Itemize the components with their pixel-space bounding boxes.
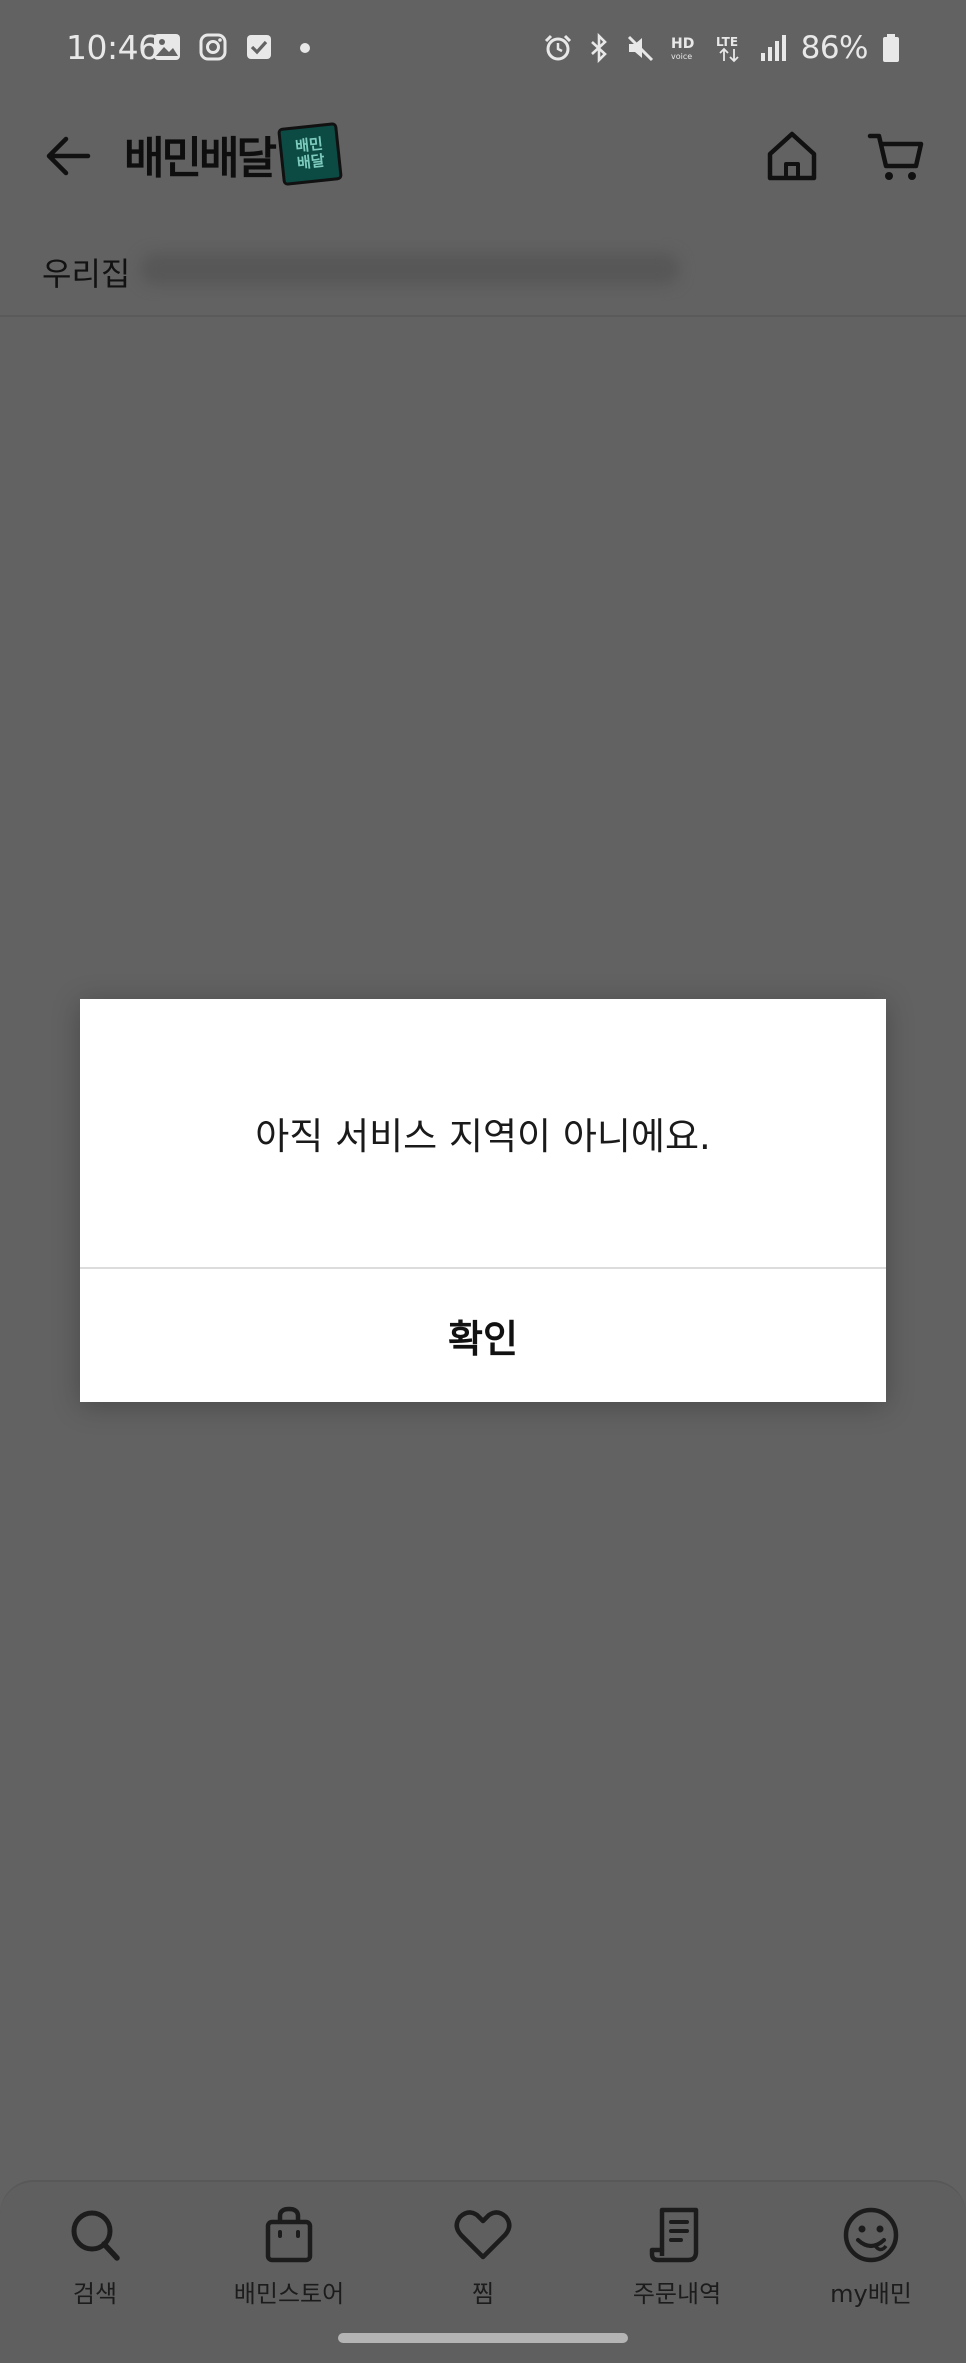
cart-icon[interactable] — [866, 126, 926, 186]
search-icon — [71, 2210, 120, 2261]
confirm-button[interactable]: 확인 — [80, 1269, 886, 1402]
tab-baemin-store[interactable]: 배민스토어 — [194, 2204, 384, 2324]
face-icon — [843, 2207, 899, 2263]
status-icons-left — [152, 32, 320, 62]
home-indicator[interactable] — [338, 2333, 628, 2343]
heart-icon — [454, 2210, 512, 2260]
battery-percent: 86% — [800, 30, 869, 66]
tab-label: 주문내역 — [632, 2280, 722, 2308]
tab-label: 찜 — [471, 2280, 495, 2308]
instagram-icon — [199, 33, 227, 61]
battery-icon — [883, 34, 899, 62]
brand-badge: 배민 배달 — [277, 122, 343, 186]
address-redacted — [140, 253, 680, 285]
tab-order-history[interactable]: 주문내역 — [582, 2204, 772, 2324]
home-icon[interactable] — [762, 126, 822, 186]
status-time: 10:46 — [66, 28, 159, 67]
gallery-icon — [154, 34, 180, 60]
receipt-icon — [649, 2207, 699, 2263]
lte-icon: LTE — [716, 35, 739, 63]
tab-label: 배민스토어 — [233, 2280, 345, 2308]
svg-text:HD: HD — [671, 36, 694, 52]
dialog-message: 아직 서비스 지역이 아니에요. — [255, 1115, 711, 1158]
brand-badge-line2: 배달 — [296, 151, 326, 173]
svg-text:LTE: LTE — [716, 35, 738, 49]
tasks-icon — [247, 35, 271, 59]
tab-search[interactable]: 검색 — [0, 2204, 190, 2324]
hd-voice-icon: HD voice — [671, 36, 694, 61]
mute-icon — [627, 35, 653, 62]
address-bar[interactable]: 우리집 — [0, 215, 966, 317]
back-arrow-icon[interactable] — [40, 128, 96, 184]
alert-dialog: 아직 서비스 지역이 아니에요. 확인 — [80, 999, 886, 1402]
dot-icon — [300, 43, 310, 53]
signal-icon — [760, 35, 786, 61]
status-icons-right: HD voice LTE 86% — [543, 30, 900, 66]
tab-my-baemin[interactable]: my배민 — [776, 2204, 966, 2324]
address-label: 우리집 — [42, 255, 131, 293]
bluetooth-icon — [590, 33, 607, 63]
tab-label: 검색 — [72, 2280, 118, 2308]
app-bar: 배민배달 배민 배달 — [0, 100, 966, 215]
tab-label: my배민 — [830, 2280, 912, 2308]
alarm-icon — [544, 34, 571, 61]
status-bar: 10:46 HD voice LTE 86% — [0, 0, 966, 100]
shopping-bag-icon — [265, 2206, 313, 2263]
brand-title: 배민배달 — [124, 133, 277, 184]
svg-text:voice: voice — [671, 52, 692, 61]
tab-favorites[interactable]: 찜 — [388, 2204, 578, 2324]
brand-logo: 배민배달 배민 배달 — [124, 122, 343, 186]
